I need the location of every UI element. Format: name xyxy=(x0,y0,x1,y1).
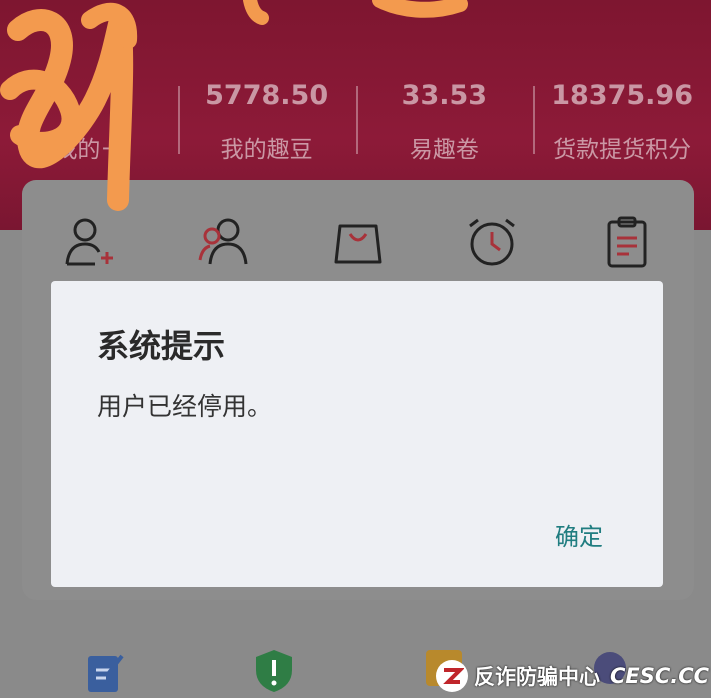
stat-label: 易趣卷 xyxy=(409,137,479,163)
shopping-bag-icon[interactable] xyxy=(328,212,388,272)
dialog-message: 用户已经停用。 xyxy=(97,392,273,421)
shield-icon[interactable] xyxy=(254,648,294,694)
edit-note-icon[interactable] xyxy=(86,650,126,694)
confirm-button[interactable]: 确定 xyxy=(551,513,607,556)
shortcut-row xyxy=(22,212,694,272)
stat-value: 33.53 xyxy=(401,80,488,111)
stat-qudou[interactable]: 5778.50 我的趣豆 xyxy=(177,78,356,164)
stat-label: 我的趣豆 xyxy=(220,137,313,163)
watermark: 反诈防骗中心 CESC.CC xyxy=(436,658,709,694)
dialog-title: 系统提示 xyxy=(97,327,226,365)
team-icon[interactable] xyxy=(194,212,254,272)
anti-fraud-logo-icon xyxy=(436,660,468,692)
stats-row: 我的ㄧ 5778.50 我的趣豆 33.53 易趣卷 18375.96 货款提货… xyxy=(0,78,711,168)
system-alert-dialog: 系统提示 用户已经停用。 确定 xyxy=(51,281,663,587)
stat-label: 货款提货积分 xyxy=(553,137,692,163)
clipboard-icon[interactable] xyxy=(597,212,657,272)
stat-my-balance[interactable]: 我的ㄧ xyxy=(0,78,178,164)
stat-goods-points[interactable]: 18375.96 货款提货积分 xyxy=(533,78,711,164)
add-user-icon[interactable] xyxy=(59,212,119,272)
stat-label: 我的ㄧ xyxy=(54,137,124,163)
alarm-clock-icon[interactable] xyxy=(462,212,522,272)
stat-yiqujuan[interactable]: 33.53 易趣卷 xyxy=(355,78,534,164)
watermark-site: CESC.CC xyxy=(610,664,710,688)
stat-value: 18375.96 xyxy=(551,80,693,111)
watermark-org: 反诈防骗中心 xyxy=(474,665,600,689)
stat-value: 5778.50 xyxy=(205,80,329,111)
stat-value xyxy=(0,78,178,114)
